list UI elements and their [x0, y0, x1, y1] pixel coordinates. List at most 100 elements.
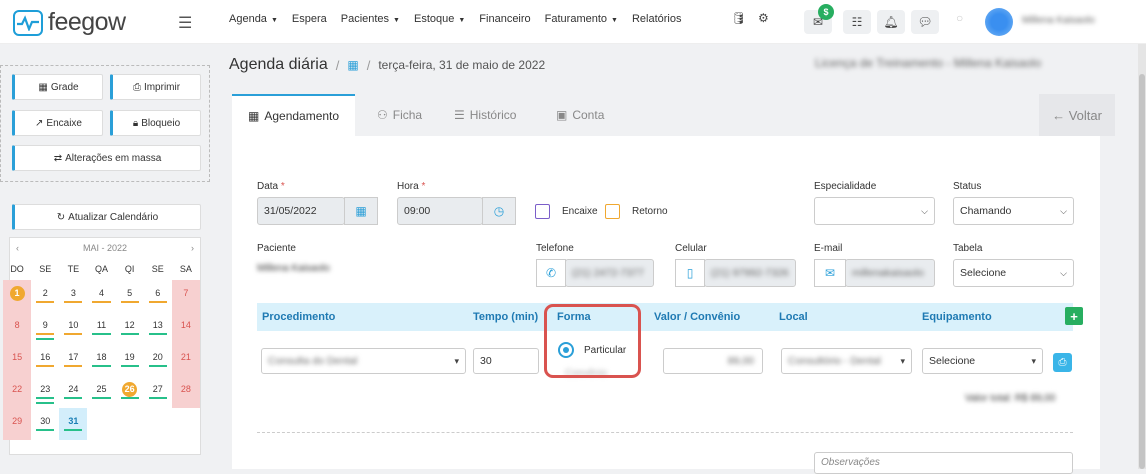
data-field[interactable]: 31/05/2022 — [257, 197, 345, 225]
especialidade-select[interactable]: ⌵ — [814, 197, 935, 225]
forma-highlight-box — [544, 304, 641, 378]
calendar-day[interactable]: 21 — [171, 344, 200, 376]
print-procedimento-button[interactable]: ⎙ — [1053, 353, 1072, 372]
day-occupancy-bar — [36, 338, 55, 340]
calendar-day[interactable]: 13 — [144, 312, 172, 344]
calendar-day[interactable]: 9 — [31, 312, 59, 344]
calendar-day[interactable]: 6 — [144, 280, 172, 312]
calendar-day[interactable]: 20 — [144, 344, 172, 376]
calendar-day[interactable]: 16 — [31, 344, 59, 376]
bloqueio-button[interactable]: 🔒︎ Bloqueio — [110, 110, 201, 136]
calendar-empty-cell — [116, 408, 144, 440]
tab-agendamento[interactable]: ▦ Agendamento — [232, 94, 356, 136]
procedimento-select[interactable]: Consulta do Dental ▾ — [261, 348, 466, 374]
retorno-label: Retorno — [632, 206, 668, 217]
next-month-icon[interactable]: › — [191, 243, 194, 253]
nav-pacientes[interactable]: Pacientes ▼ — [341, 13, 400, 25]
telefone-field[interactable]: (21) 2472-7377 — [565, 259, 654, 287]
paciente-value[interactable]: Millena Kaisaolo — [257, 263, 330, 274]
tempo-field[interactable]: 30 — [473, 348, 539, 374]
equipamento-select[interactable]: Selecione ▾ — [922, 348, 1043, 374]
calendar-icon[interactable]: ▦ — [347, 58, 358, 72]
user-icon: ⚇ — [377, 108, 388, 122]
tabela-select[interactable]: Selecione ⌵ — [953, 259, 1074, 287]
calendar-day[interactable]: 12 — [116, 312, 144, 344]
gear-icon[interactable]: ⚙ — [758, 11, 769, 25]
observacoes-field[interactable]: Observações — [814, 452, 1073, 474]
calendar-day[interactable]: 10 — [59, 312, 87, 344]
valor-field[interactable]: 89,00 — [663, 348, 763, 374]
calendar-day[interactable]: 5 — [116, 280, 144, 312]
grade-button[interactable]: ▦ Grade — [12, 74, 103, 100]
alteracoes-massa-button[interactable]: ⇄ Alterações em massa — [12, 145, 201, 171]
tab-conta[interactable]: ▣ Conta — [556, 94, 604, 136]
celular-field[interactable]: (21) 97992-7326 — [704, 259, 796, 287]
database-icon[interactable]: 🛢 — [731, 11, 746, 25]
chat-button[interactable]: 💬︎ — [911, 10, 939, 34]
calendar-picker-icon[interactable]: ▦ — [344, 197, 378, 225]
top-bar: feegow ☰ Agenda ▼ Espera Pacientes ▼ Estoq… — [0, 0, 1146, 44]
valor-total: Valor total: R$ 89,00 — [965, 393, 1056, 404]
main-nav: Agenda ▼ Espera Pacientes ▼ Estoque ▼ Finan… — [229, 13, 696, 25]
envelope-icon: ✉ — [814, 259, 846, 287]
hora-field[interactable]: 09:00 — [397, 197, 483, 225]
calendar-day[interactable]: 25 — [87, 376, 115, 408]
email-label: E-mail — [814, 243, 843, 254]
calendar-day[interactable]: 17 — [59, 344, 87, 376]
prev-month-icon[interactable]: ‹ — [16, 243, 19, 253]
calendar-day[interactable]: 1 — [3, 280, 32, 312]
calendar-day[interactable]: 24 — [59, 376, 87, 408]
nav-estoque[interactable]: Estoque ▼ — [414, 13, 465, 25]
status-select[interactable]: Chamando ⌵ — [953, 197, 1074, 225]
day-occupancy-bar — [36, 333, 55, 335]
calendar-day[interactable]: 19 — [116, 344, 144, 376]
calendar-day[interactable]: 28 — [171, 376, 200, 408]
menu-toggle-icon[interactable]: ☰ — [178, 13, 192, 33]
calendar-day[interactable]: 23 — [31, 376, 59, 408]
calendar-day[interactable]: 4 — [87, 280, 115, 312]
calendar-day[interactable]: 2 — [31, 280, 59, 312]
calendar-day[interactable]: 11 — [87, 312, 115, 344]
scrollbar-thumb[interactable] — [1139, 74, 1145, 469]
nav-agenda[interactable]: Agenda ▼ — [229, 13, 278, 25]
user-name[interactable]: Millena Kaisaolo — [1022, 15, 1095, 26]
tab-historico[interactable]: ☰ Histórico — [454, 94, 516, 136]
email-field[interactable]: millenakaisaolo — [845, 259, 935, 287]
calendar-icon: ▦ — [38, 81, 48, 93]
avatar[interactable] — [985, 8, 1013, 36]
clock-icon[interactable]: ◷ — [482, 197, 516, 225]
calendar-icon: ▦ — [248, 109, 260, 123]
retorno-checkbox[interactable] — [605, 204, 620, 219]
day-occupancy-bar — [92, 365, 111, 367]
nav-faturamento[interactable]: Faturamento ▼ — [545, 13, 618, 25]
calendar-day[interactable]: 18 — [87, 344, 115, 376]
day-occupancy-bar — [148, 333, 167, 335]
logo-pulse-icon — [13, 9, 43, 36]
calendar-day[interactable]: 22 — [3, 376, 32, 408]
add-procedimento-button[interactable]: + — [1065, 307, 1083, 325]
tab-ficha[interactable]: ⚇ Ficha — [377, 94, 422, 136]
calendar-day[interactable]: 29 — [3, 408, 32, 440]
tasks-button[interactable]: ☷ — [843, 10, 871, 34]
encaixe-checkbox[interactable] — [535, 204, 550, 219]
nav-relatorios[interactable]: Relatórios — [632, 13, 682, 25]
brand-logo[interactable]: feegow — [13, 8, 126, 37]
calendar-day[interactable]: 15 — [3, 344, 32, 376]
calendar-day[interactable]: 27 — [144, 376, 172, 408]
voltar-button[interactable]: ← Voltar — [1039, 94, 1115, 136]
calendar-day[interactable]: 7 — [171, 280, 200, 312]
notifications-button[interactable]: 🔔︎ — [877, 10, 905, 34]
calendar-day[interactable]: 26 — [116, 376, 144, 408]
calendar-day[interactable]: 3 — [59, 280, 87, 312]
nav-financeiro[interactable]: Financeiro — [479, 13, 530, 25]
calendar-day[interactable]: 31 — [59, 408, 88, 440]
atualizar-calendario-button[interactable]: ↻ Atualizar Calendário — [12, 204, 201, 230]
calendar-day[interactable]: 8 — [3, 312, 32, 344]
calendar-day[interactable]: 14 — [171, 312, 200, 344]
encaixe-button[interactable]: ↗ Encaixe — [12, 110, 103, 136]
nav-espera[interactable]: Espera — [292, 13, 327, 25]
calendar-day[interactable]: 30 — [31, 408, 59, 440]
day-occupancy-bar — [36, 397, 55, 399]
local-select[interactable]: Consultório - Dental ▾ — [781, 348, 912, 374]
imprimir-button[interactable]: ⎙ Imprimir — [110, 74, 201, 100]
